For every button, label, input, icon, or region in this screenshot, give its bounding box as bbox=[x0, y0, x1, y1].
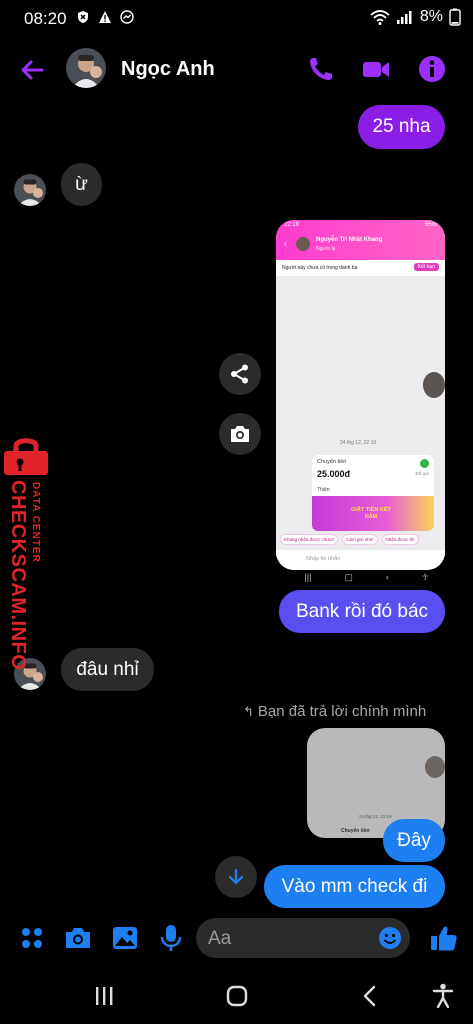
system-nav-bar bbox=[0, 975, 473, 1024]
apps-grid-icon[interactable] bbox=[20, 926, 44, 950]
scroll-down-button[interactable] bbox=[215, 856, 257, 898]
shield-x-icon bbox=[78, 11, 88, 23]
reply-icon: ↰ bbox=[243, 703, 254, 719]
message-input-placeholder: Aa bbox=[208, 928, 232, 949]
shot-card-note: Thiện bbox=[317, 487, 330, 493]
message-sent[interactable]: Vào mm check đi bbox=[264, 865, 445, 908]
share-icon bbox=[231, 364, 248, 384]
shot-card-status: Đã gửi bbox=[415, 471, 429, 476]
shared-screenshot-image[interactable]: 22:19 65% ‹ Nguyễn Trí Nhật Khang Người … bbox=[276, 220, 445, 570]
message-text: Vào mm check đi bbox=[281, 875, 428, 897]
back-arrow-icon[interactable] bbox=[18, 56, 46, 84]
message-sent[interactable]: 25 nha bbox=[358, 105, 445, 149]
reply-preview-date: 24 thg 12, 22:19 bbox=[359, 814, 392, 819]
shot-chips: Khang nhận được chưa? Cảm gửi nhé! Nhận … bbox=[280, 534, 419, 545]
video-icon[interactable] bbox=[361, 54, 391, 84]
shot-date: 24 thg 12, 22:19 bbox=[340, 440, 377, 446]
status-bar: 08:20 8% bbox=[0, 0, 473, 38]
shot-navbar: ||| ▢ ‹ ☥ bbox=[288, 570, 445, 584]
shot-back-nav-icon: ‹ bbox=[385, 572, 389, 582]
shot-card-banner-text: GIẬT TIỀN KẾT NĂM bbox=[351, 507, 391, 520]
home-icon[interactable] bbox=[226, 985, 248, 1007]
battery-icon bbox=[449, 8, 461, 26]
shot-avatar bbox=[296, 237, 310, 251]
message-sent[interactable]: Bank rồi đó bác bbox=[279, 590, 445, 633]
message-received[interactable]: đâu nhỉ bbox=[61, 648, 154, 691]
shot-battery: 65% bbox=[424, 222, 437, 228]
battery-text: 8% bbox=[419, 8, 443, 25]
shot-check-icon bbox=[420, 459, 429, 468]
camera-icon bbox=[231, 426, 249, 442]
reply-note-text: Bạn đã trả lời chính mình bbox=[257, 703, 427, 720]
message-text: đâu nhỉ bbox=[76, 658, 139, 680]
shot-input-placeholder: Nhập tin nhắn bbox=[306, 556, 341, 562]
warning-icon bbox=[99, 11, 111, 23]
status-notification-icons bbox=[76, 10, 134, 24]
shot-banner: Người này chưa có trong danh bạ Kết bạn bbox=[276, 260, 445, 277]
shot-back-icon: ‹ bbox=[284, 239, 287, 248]
shot-accessibility-icon: ☥ bbox=[421, 571, 429, 582]
composer: Aa bbox=[0, 910, 473, 970]
message-sent[interactable]: Đây bbox=[383, 819, 445, 862]
contact-avatar[interactable] bbox=[66, 48, 106, 88]
message-text: 25 nha bbox=[372, 116, 431, 137]
shot-chip: Cảm gửi nhé! bbox=[342, 534, 378, 545]
share-button[interactable] bbox=[219, 353, 261, 395]
message-text: Bank rồi đó bác bbox=[295, 600, 429, 622]
emoji-icon[interactable] bbox=[378, 926, 402, 950]
avatar[interactable] bbox=[14, 174, 46, 206]
back-icon[interactable] bbox=[360, 985, 380, 1007]
accessibility-icon[interactable] bbox=[432, 983, 454, 1009]
save-photo-button[interactable] bbox=[219, 413, 261, 455]
watermark-brand: CHECKSCAM.INFO bbox=[7, 480, 29, 671]
watermark-tag: DATA CENTER bbox=[30, 482, 41, 563]
shot-input-bar: Nhập tin nhắn bbox=[276, 550, 445, 570]
shot-card-banner: GIẬT TIỀN KẾT NĂM bbox=[312, 496, 434, 531]
watermark: CHECKSCAM.INFO DATA CENTER bbox=[0, 436, 56, 670]
message-received[interactable]: ừ bbox=[61, 163, 102, 206]
contact-name[interactable]: Ngọc Anh bbox=[121, 58, 215, 81]
shot-recents-icon: ||| bbox=[304, 572, 312, 582]
info-icon[interactable] bbox=[417, 54, 447, 84]
shot-transfer-card: Chuyển tiền 25.000đ Đã gửi Thiện GIẬT TI… bbox=[312, 455, 434, 531]
lock-icon bbox=[4, 438, 48, 475]
shot-time: 22:19 bbox=[284, 222, 300, 228]
message-text: ừ bbox=[75, 173, 88, 195]
wifi-icon bbox=[370, 10, 390, 25]
reply-note: ↰ Bạn đã trả lời chính mình bbox=[243, 703, 426, 720]
reply-preview-avatar bbox=[425, 756, 445, 778]
shot-card-title: Chuyển tiền bbox=[317, 459, 347, 465]
shot-home-icon: ▢ bbox=[344, 571, 353, 582]
message-text: Đây bbox=[397, 829, 431, 851]
chat-header: Ngọc Anh bbox=[0, 44, 473, 96]
shot-banner-text: Người này chưa có trong danh bạ bbox=[282, 265, 358, 271]
mic-icon[interactable] bbox=[160, 924, 182, 952]
message-input[interactable]: Aa bbox=[196, 918, 410, 958]
shot-avatar-right bbox=[423, 372, 445, 398]
status-right: 8% bbox=[370, 8, 461, 26]
status-time: 08:20 bbox=[24, 9, 67, 28]
messenger-icon bbox=[120, 10, 134, 24]
shot-chip: Nhận được thì bbox=[381, 534, 419, 545]
shot-contact-sub: Người lạ bbox=[316, 246, 336, 252]
signal-icon bbox=[396, 11, 412, 24]
shot-banner-button: Kết bạn bbox=[413, 263, 439, 271]
shot-chip: Khang nhận được chưa? bbox=[280, 534, 339, 545]
phone-icon[interactable] bbox=[306, 54, 336, 84]
shot-card-amount: 25.000đ bbox=[317, 469, 351, 479]
image-icon[interactable] bbox=[112, 926, 138, 950]
shot-header: 22:19 65% ‹ Nguyễn Trí Nhật Khang Người … bbox=[276, 220, 445, 260]
camera-icon[interactable] bbox=[64, 926, 92, 950]
thumbs-up-icon[interactable] bbox=[430, 924, 458, 952]
arrow-down-icon bbox=[228, 868, 244, 885]
reply-preview-card-title: Chuyển tiền bbox=[341, 828, 370, 834]
shot-contact: Nguyễn Trí Nhật Khang bbox=[316, 237, 383, 243]
recents-icon[interactable] bbox=[93, 985, 115, 1007]
